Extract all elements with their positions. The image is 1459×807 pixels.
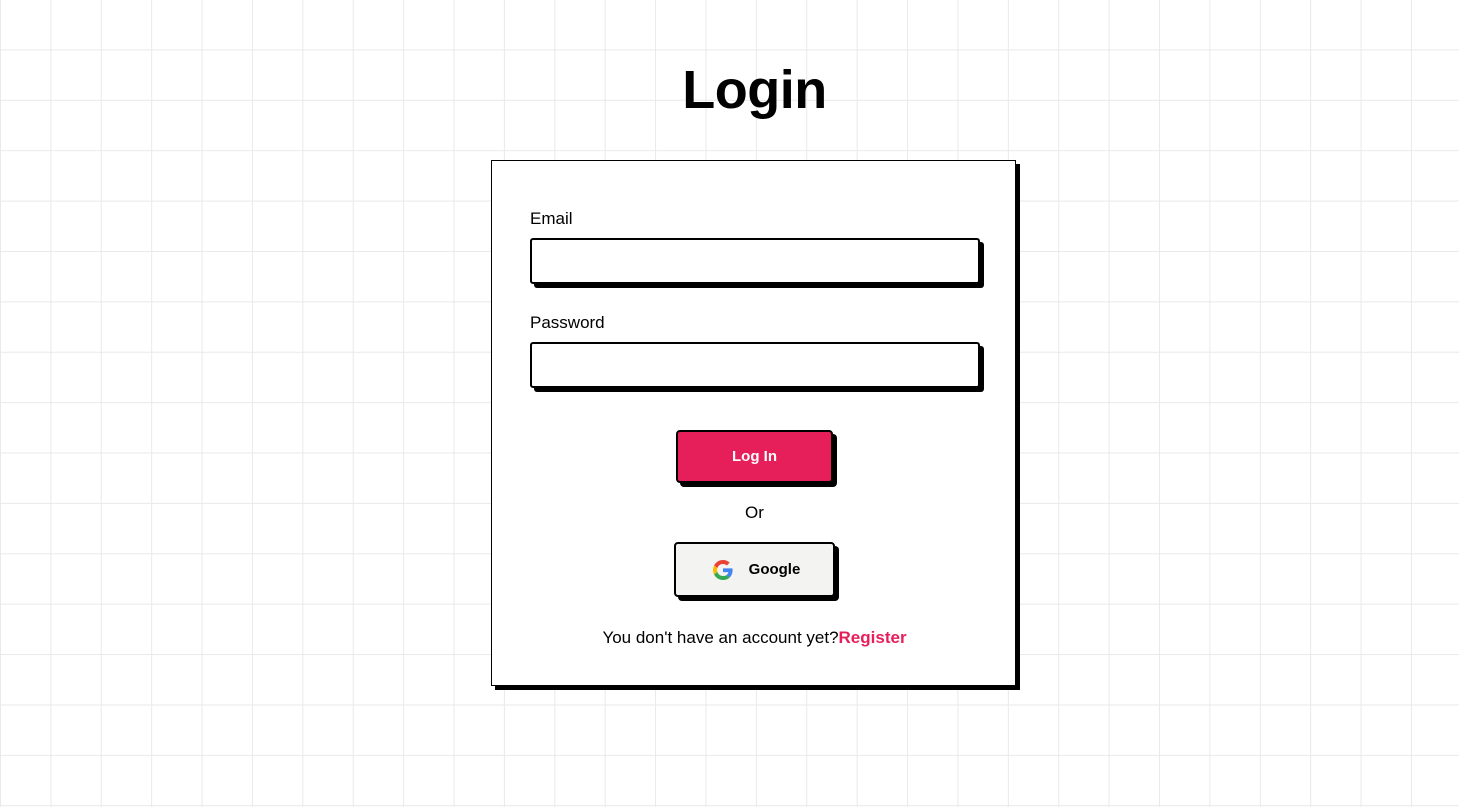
register-link[interactable]: Register xyxy=(839,628,907,647)
google-icon xyxy=(712,559,733,580)
google-login-button[interactable]: Google xyxy=(674,542,835,597)
email-label: Email xyxy=(530,209,573,228)
login-card: Email Password Log In Or Google You don'… xyxy=(491,160,1016,686)
google-button-label: Google xyxy=(748,561,801,578)
email-input[interactable] xyxy=(530,238,980,284)
no-account-text: You don't have an account yet? xyxy=(602,628,839,647)
or-divider-text: Or xyxy=(745,503,764,522)
password-input[interactable] xyxy=(530,342,980,388)
register-prompt: You don't have an account yet?Register xyxy=(492,627,1017,649)
page-title: Login xyxy=(682,60,827,120)
password-label: Password xyxy=(530,313,605,332)
login-button[interactable]: Log In xyxy=(676,430,833,483)
